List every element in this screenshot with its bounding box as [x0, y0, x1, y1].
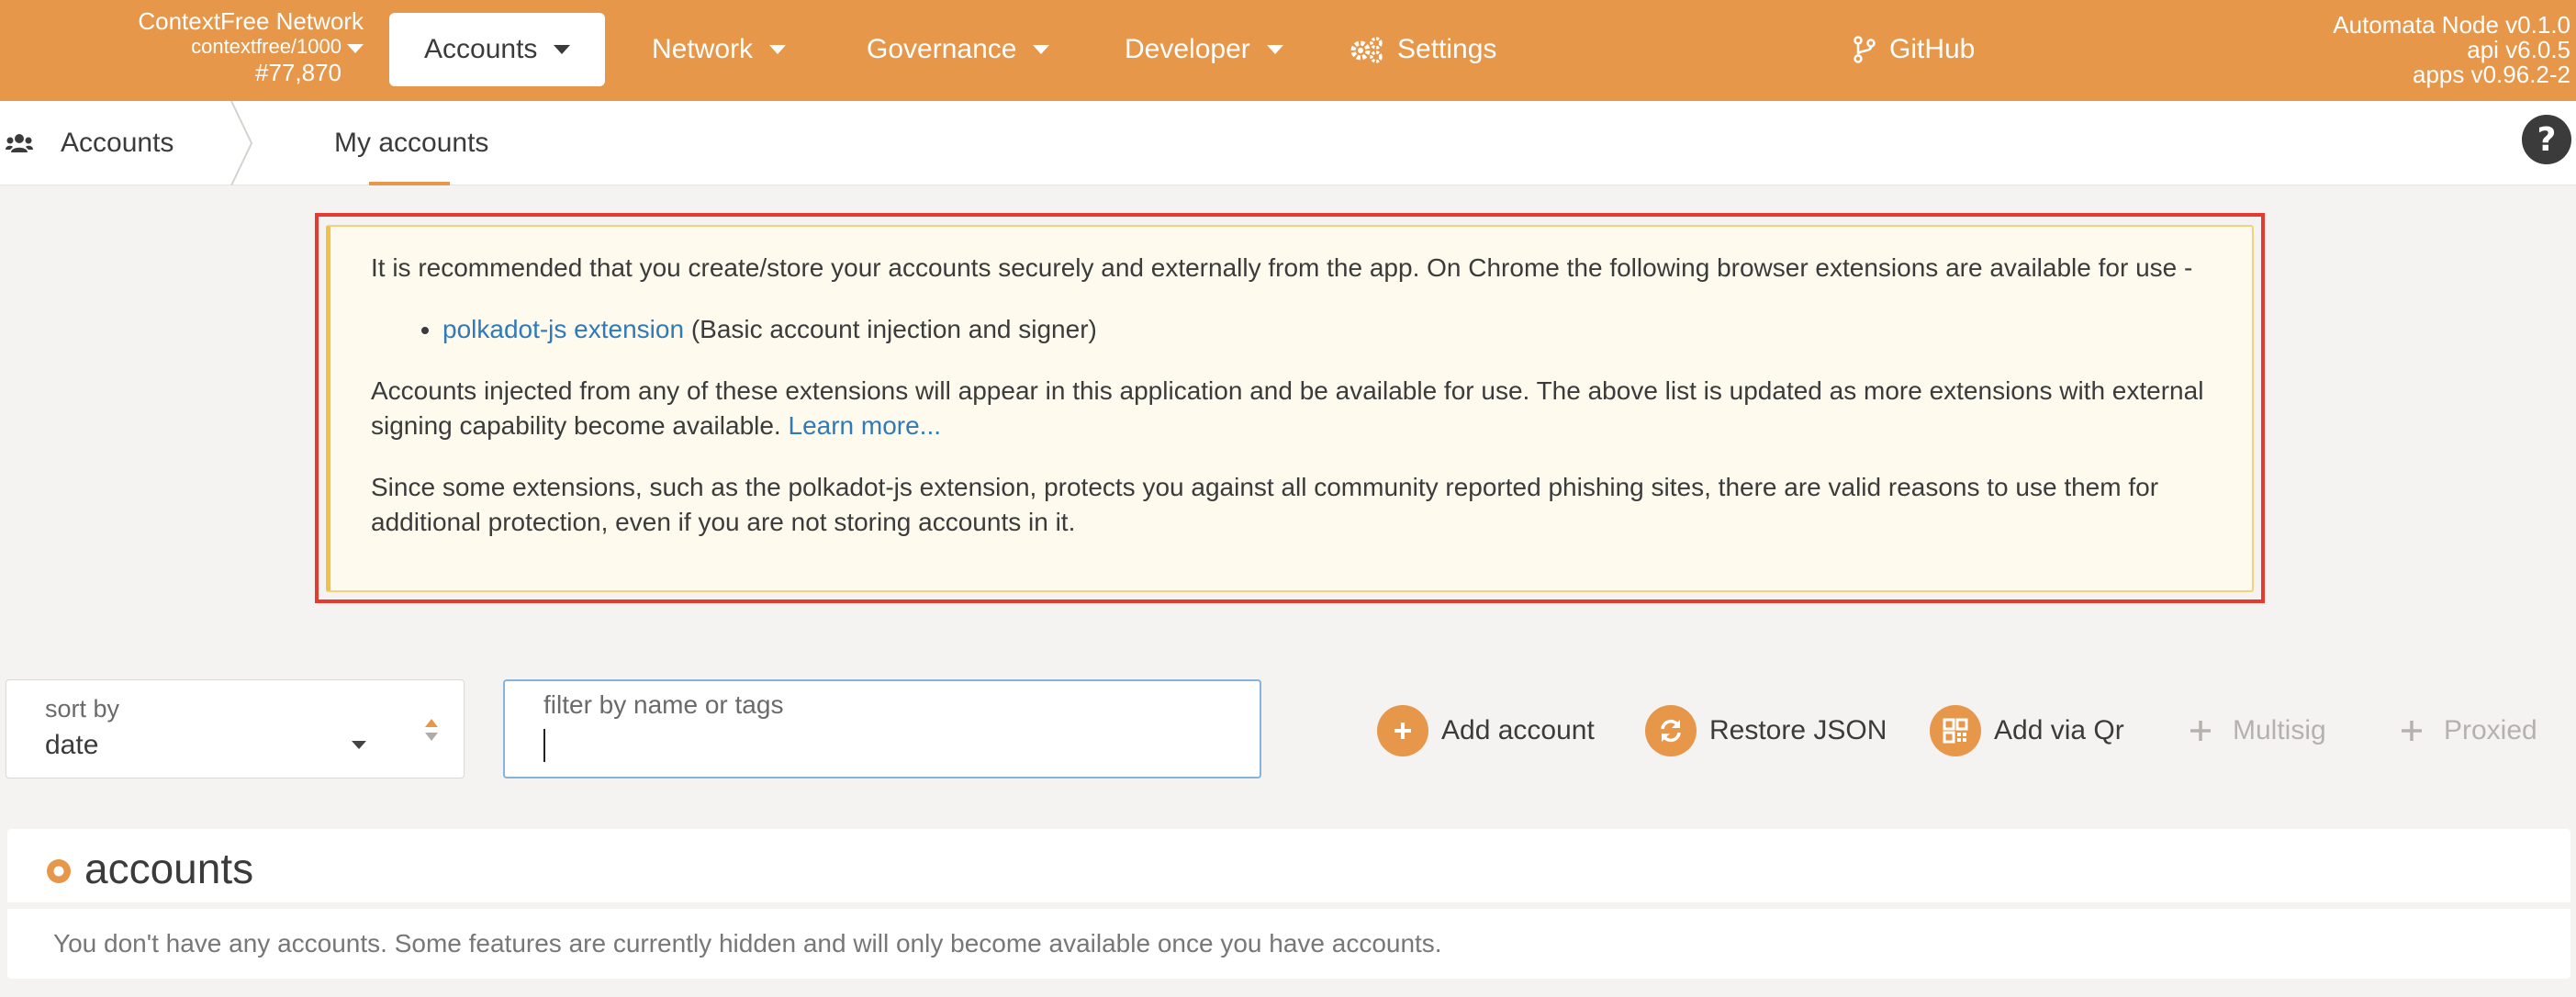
breadcrumb-separator	[230, 101, 253, 185]
node-name: Automata Node v0.1.0	[2333, 11, 2570, 39]
plus-icon	[1377, 705, 1428, 756]
block-number: #77,870	[255, 59, 342, 86]
gears-icon	[1350, 37, 1383, 63]
nav-github[interactable]: GitHub	[1853, 13, 1975, 86]
breadcrumb-label: Accounts	[61, 128, 174, 158]
help-icon[interactable]: ?	[2521, 114, 2572, 165]
multisig-button[interactable]: Multisig	[2189, 703, 2326, 758]
nav-accounts[interactable]: Accounts	[389, 13, 606, 86]
nav-accounts-label: Accounts	[424, 34, 538, 64]
filter-field[interactable]: filter by name or tags	[503, 679, 1261, 779]
svg-text:?: ?	[2537, 121, 2557, 159]
nav-governance-label: Governance	[867, 34, 1017, 64]
accounts-title: accounts	[84, 845, 254, 892]
add-via-qr-button[interactable]: Add via Qr	[1930, 703, 2124, 758]
chain-id: contextfree/1000	[191, 35, 342, 58]
extension-description: (Basic account injection and signer)	[684, 315, 1097, 343]
chevron-down-icon	[769, 45, 787, 54]
list-item: polkadot-js extension (Basic account inj…	[442, 312, 2206, 347]
filter-input[interactable]	[542, 725, 1221, 769]
learn-more-link[interactable]: Learn more...	[789, 411, 942, 440]
plus-icon	[2402, 721, 2422, 741]
empty-message: You don't have any accounts. Some featur…	[53, 929, 1442, 958]
chevron-down-icon	[352, 741, 366, 749]
tab-label: My accounts	[334, 128, 489, 158]
nav-network[interactable]: Network	[652, 13, 787, 86]
breadcrumb-accounts[interactable]: Accounts	[6, 101, 174, 185]
restore-json-label: Restore JSON	[1709, 715, 1887, 745]
chevron-down-icon	[1033, 45, 1050, 54]
top-navbar: ContextFree Network contextfree/1000 #77…	[0, 0, 2576, 101]
add-via-qr-label: Add via Qr	[1994, 715, 2124, 745]
nav-settings-label: Settings	[1397, 34, 1497, 64]
sort-direction-icon[interactable]	[423, 717, 440, 743]
add-account-button[interactable]: Add account	[1377, 703, 1595, 758]
chain-selector[interactable]: ContextFree Network contextfree/1000 #77…	[55, 9, 364, 84]
sort-value: date	[45, 730, 99, 760]
status-dot-icon	[47, 859, 71, 883]
polkadot-extension-link[interactable]: polkadot-js extension	[442, 315, 684, 343]
extension-list: polkadot-js extension (Basic account inj…	[442, 312, 2206, 347]
active-tab-indicator	[369, 182, 450, 185]
restore-json-button[interactable]: Restore JSON	[1645, 703, 1887, 758]
extension-info-box: It is recommended that you create/store …	[326, 225, 2254, 592]
nav-governance[interactable]: Governance	[867, 13, 1050, 86]
info-paragraph: It is recommended that you create/store …	[371, 253, 2193, 282]
sort-dropdown[interactable]: sort by date	[6, 679, 465, 779]
nav-developer[interactable]: Developer	[1125, 13, 1283, 86]
accounts-table-header: accounts	[7, 829, 2570, 902]
accounts-empty-state: You don't have any accounts. Some featur…	[7, 909, 2570, 979]
plus-icon	[2190, 721, 2211, 741]
proxied-button[interactable]: Proxied	[2400, 703, 2537, 758]
chevron-down-icon	[554, 45, 571, 54]
users-icon	[6, 134, 33, 152]
chevron-down-icon	[1266, 45, 1283, 54]
nav-network-label: Network	[652, 34, 754, 64]
nav-developer-label: Developer	[1125, 34, 1250, 64]
text-cursor	[543, 729, 545, 762]
multisig-label: Multisig	[2233, 715, 2326, 745]
tab-my-accounts[interactable]: My accounts	[334, 101, 488, 185]
info-paragraph: Since some extensions, such as the polka…	[371, 473, 2159, 536]
chain-name: ContextFree Network	[138, 7, 364, 35]
nav-github-label: GitHub	[1889, 34, 1976, 64]
api-version: api v6.0.5	[2467, 36, 2570, 63]
qrcode-icon	[1930, 705, 1981, 756]
sync-icon	[1645, 705, 1697, 756]
node-version-info: Automata Node v0.1.0 api v6.0.5 apps v0.…	[2333, 13, 2570, 87]
filter-label: filter by name or tags	[543, 690, 784, 719]
apps-version: apps v0.96.2-2	[2412, 61, 2570, 88]
info-text: Accounts injected from any of these exte…	[371, 376, 2204, 440]
info-paragraph: Accounts injected from any of these exte…	[371, 374, 2206, 443]
proxied-label: Proxied	[2444, 715, 2537, 745]
chevron-down-icon[interactable]	[347, 44, 364, 53]
sub-navbar: Accounts My accounts	[0, 101, 2576, 185]
add-account-label: Add account	[1441, 715, 1595, 745]
code-branch-icon	[1854, 36, 1876, 63]
nav-settings[interactable]: Settings	[1350, 13, 1496, 86]
sort-label: sort by	[45, 695, 120, 723]
